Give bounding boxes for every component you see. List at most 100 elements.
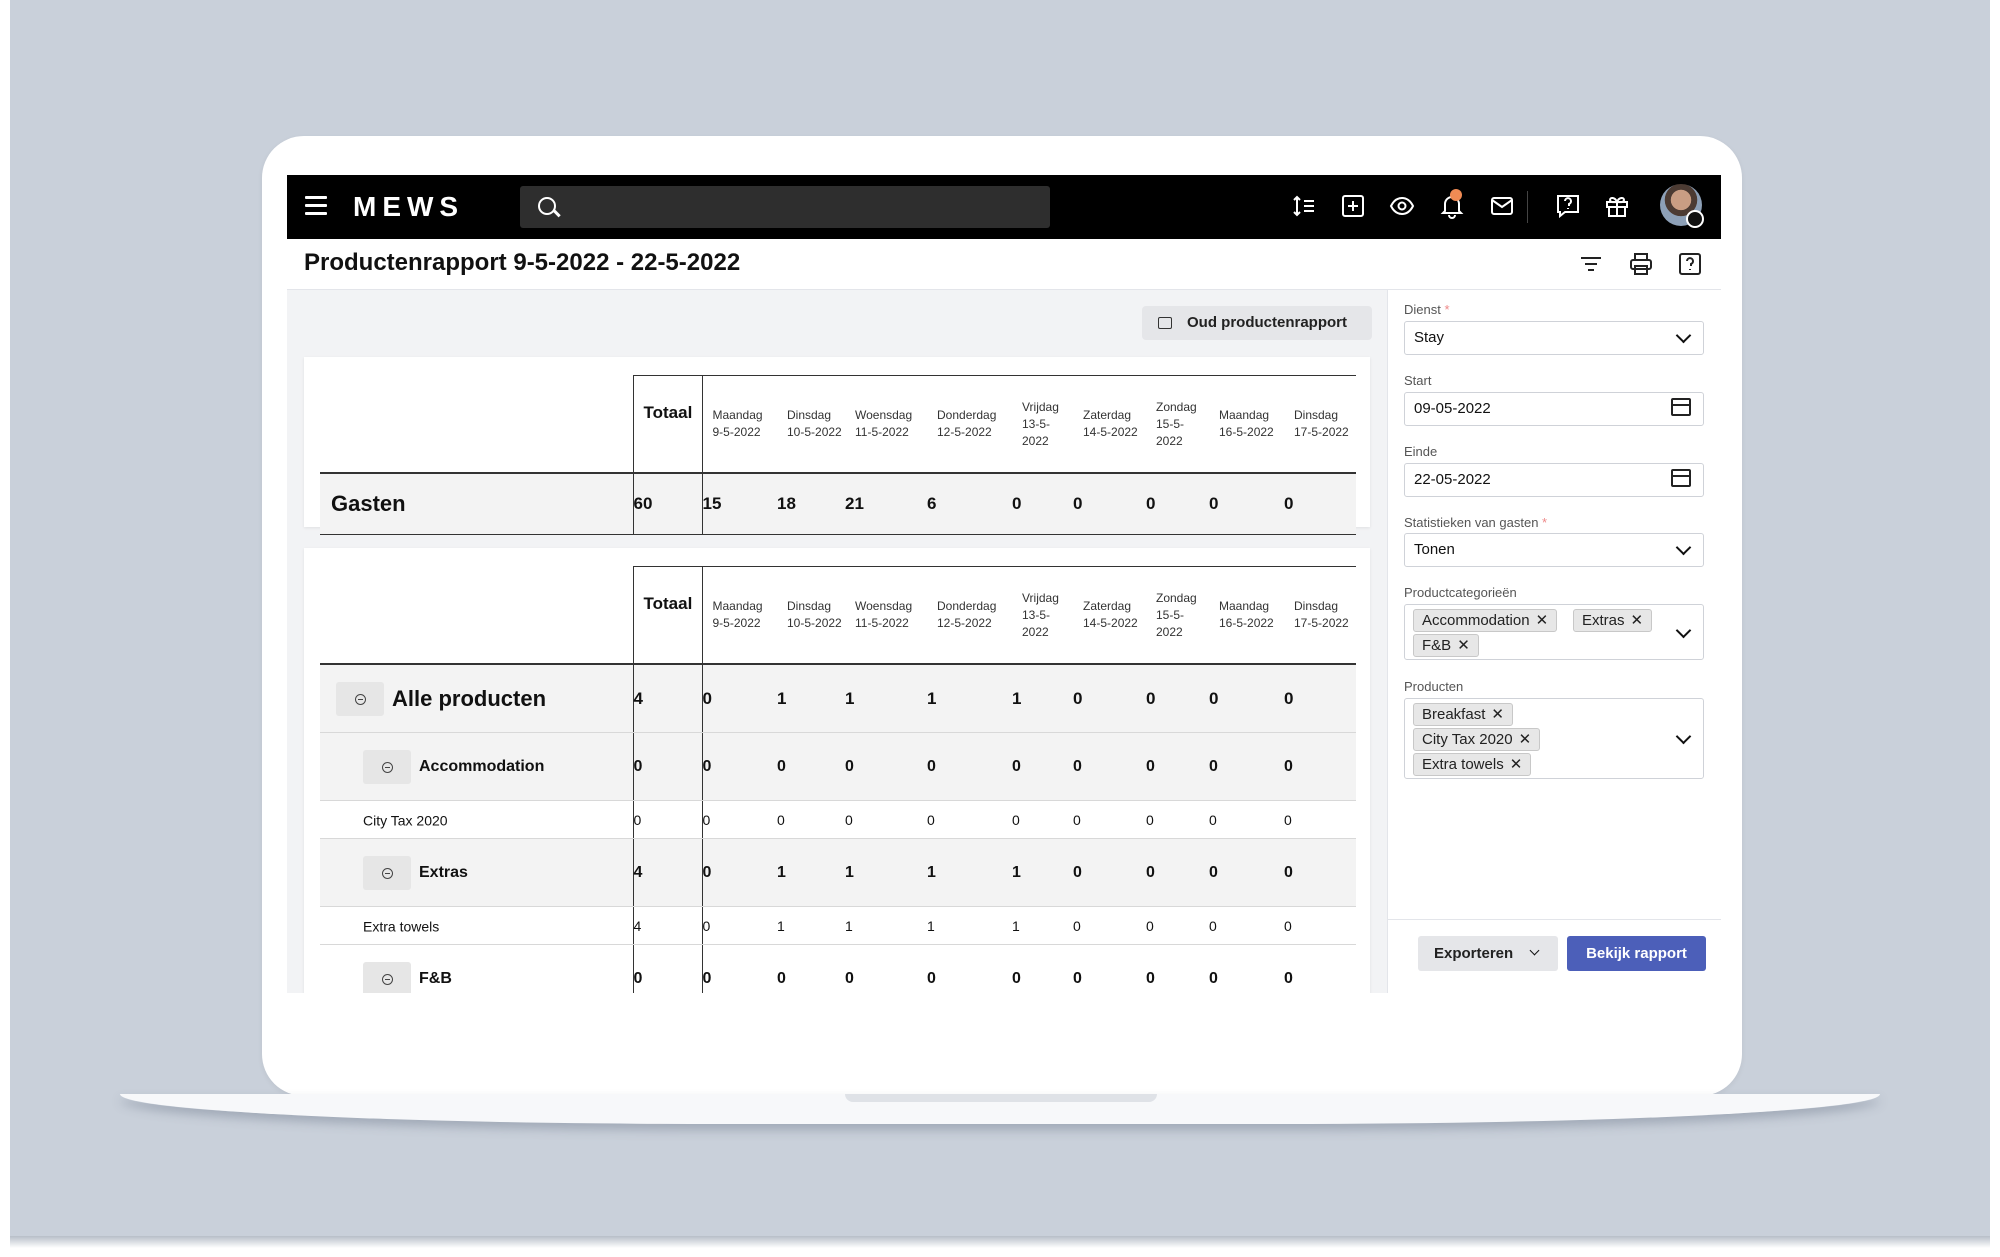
end-date-input[interactable]: 22-05-2022 (1404, 463, 1704, 497)
calendar-icon[interactable] (1671, 398, 1691, 416)
day-header: Dinsdag 17-5-2022 (1284, 375, 1356, 474)
chevron-down-icon (1675, 327, 1692, 344)
row-label: City Tax 2020 (363, 812, 448, 829)
product-chip[interactable]: City Tax 2020 ✕ (1413, 728, 1541, 751)
mail-icon[interactable] (1489, 193, 1515, 219)
table-header-row: Totaal Maandag 9-5-2022 Dinsdag 10-5-2022 … (320, 375, 1356, 474)
dienst-select[interactable]: Stay (1404, 321, 1704, 355)
sort-icon[interactable] (1291, 193, 1317, 219)
row-value: 1 (845, 906, 927, 945)
gift-icon[interactable] (1604, 193, 1630, 219)
top-navigation-bar: MEWS (287, 175, 1721, 239)
filter-icon[interactable] (1578, 251, 1604, 277)
row-label-cell: Accommodation (320, 732, 634, 801)
row-label: Extras (419, 863, 468, 881)
close-icon[interactable]: ✕ (1510, 756, 1523, 773)
day-header: Vrijdag 13-5-2022 (1012, 566, 1073, 665)
page-title: Productenrapport 9-5-2022 - 22-5-2022 (304, 249, 741, 276)
day-header: Dinsdag 17-5-2022 (1284, 566, 1356, 665)
menu-icon[interactable] (305, 196, 327, 216)
row-value: 0 (1284, 838, 1356, 907)
chevron-down-icon[interactable] (1675, 622, 1692, 639)
row-value: 0 (1284, 732, 1356, 801)
view-report-button[interactable]: Bekijk rapport (1567, 936, 1706, 971)
guests-value: 15 (702, 473, 777, 535)
row-label: Alle producten (392, 685, 547, 711)
product-chip[interactable]: Breakfast ✕ (1413, 703, 1513, 726)
header-blank (320, 375, 633, 474)
panel-footer: Exporteren Bekijk rapport (1388, 919, 1721, 993)
export-button[interactable]: Exporteren (1418, 936, 1558, 971)
guests-total: 60 (633, 473, 703, 535)
close-icon[interactable]: ✕ (1536, 612, 1549, 629)
row-value: 0 (1146, 944, 1209, 993)
row-value: 0 (1284, 906, 1356, 945)
help-icon[interactable] (1677, 251, 1703, 277)
row-label-cell: City Tax 2020 (320, 800, 634, 839)
guests-value: 18 (777, 473, 845, 535)
add-icon[interactable] (1340, 193, 1366, 219)
row-value: 0 (1146, 732, 1209, 801)
row-value: 0 (1209, 732, 1284, 801)
row-value: 0 (1073, 664, 1146, 733)
close-icon[interactable]: ✕ (1631, 612, 1644, 629)
collapse-icon[interactable] (336, 681, 384, 716)
start-date-input[interactable]: 09-05-2022 (1404, 392, 1704, 426)
row-value: 1 (927, 906, 1012, 945)
row-value: 1 (777, 664, 845, 733)
day-header: Woensdag 11-5-2022 (845, 375, 927, 474)
row-value: 0 (1146, 838, 1209, 907)
close-icon[interactable]: ✕ (1457, 637, 1470, 654)
camera-icon (1158, 317, 1172, 329)
row-value: 0 (927, 800, 1012, 839)
search-input[interactable] (520, 186, 1050, 228)
category-chip[interactable]: F&B ✕ (1413, 634, 1479, 657)
categories-multiselect[interactable]: Accommodation ✕ Extras ✕ F&B ✕ (1404, 604, 1704, 660)
category-chip[interactable]: Extras ✕ (1573, 609, 1653, 632)
chevron-down-icon[interactable] (1675, 728, 1692, 745)
day-header: Zaterdag 14-5-2022 (1073, 375, 1146, 474)
eye-icon[interactable] (1389, 193, 1415, 219)
background-shadow (10, 1236, 1990, 1248)
products-body: Alle producten 4 0 1 1 1 1 0 0 0 0 Accommodation 0 0 0… (320, 664, 1356, 993)
row-value: 0 (777, 944, 845, 993)
collapse-icon[interactable] (363, 961, 411, 993)
row-total: 4 (633, 664, 703, 733)
calendar-icon[interactable] (1671, 469, 1691, 487)
collapse-icon[interactable] (363, 855, 411, 890)
help-chat-icon[interactable] (1555, 193, 1581, 219)
guests-value: 0 (1284, 473, 1356, 535)
day-header: Maandag 9-5-2022 (701, 375, 777, 474)
day-header: Zondag 15-5-2022 (1146, 566, 1209, 665)
row-value: 1 (927, 838, 1012, 907)
old-report-button[interactable]: Oud productenrapport (1142, 306, 1372, 340)
close-icon[interactable]: ✕ (1491, 706, 1504, 723)
guests-value: 0 (1012, 473, 1073, 535)
product-row: City Tax 2020 0 0 0 0 0 0 0 0 0 0 (320, 800, 1356, 839)
dienst-value: Stay (1414, 329, 1445, 346)
row-value: 0 (1209, 664, 1284, 733)
day-header: Maandag 16-5-2022 (1209, 375, 1284, 474)
row-value: 0 (1209, 906, 1284, 945)
day-header: Donderdag 12-5-2022 (927, 375, 1012, 474)
view-report-label: Bekijk rapport (1586, 945, 1687, 962)
collapse-icon[interactable] (363, 749, 411, 784)
row-value: 0 (845, 732, 927, 801)
row-value: 1 (845, 838, 927, 907)
category-row: Alle producten 4 0 1 1 1 1 0 0 0 0 (320, 664, 1356, 733)
product-chip[interactable]: Extra towels ✕ (1413, 753, 1532, 776)
row-value: 0 (845, 800, 927, 839)
category-chip[interactable]: Accommodation ✕ (1413, 609, 1558, 632)
print-icon[interactable] (1628, 251, 1654, 277)
close-icon[interactable]: ✕ (1519, 731, 1532, 748)
day-header: Woensdag 11-5-2022 (845, 566, 927, 665)
stats-select[interactable]: Tonen (1404, 533, 1704, 567)
row-value: 0 (1012, 800, 1073, 839)
row-value: 0 (777, 732, 845, 801)
products-card: Totaal Maandag 9-5-2022 Dinsdag 10-5-2022 … (304, 548, 1370, 993)
row-total: 4 (633, 906, 703, 945)
row-total: 0 (633, 732, 703, 801)
products-multiselect[interactable]: Breakfast ✕ City Tax 2020 ✕ Extra towels ✕ (1404, 698, 1704, 779)
row-value: 0 (845, 944, 927, 993)
row-value: 1 (1012, 664, 1073, 733)
